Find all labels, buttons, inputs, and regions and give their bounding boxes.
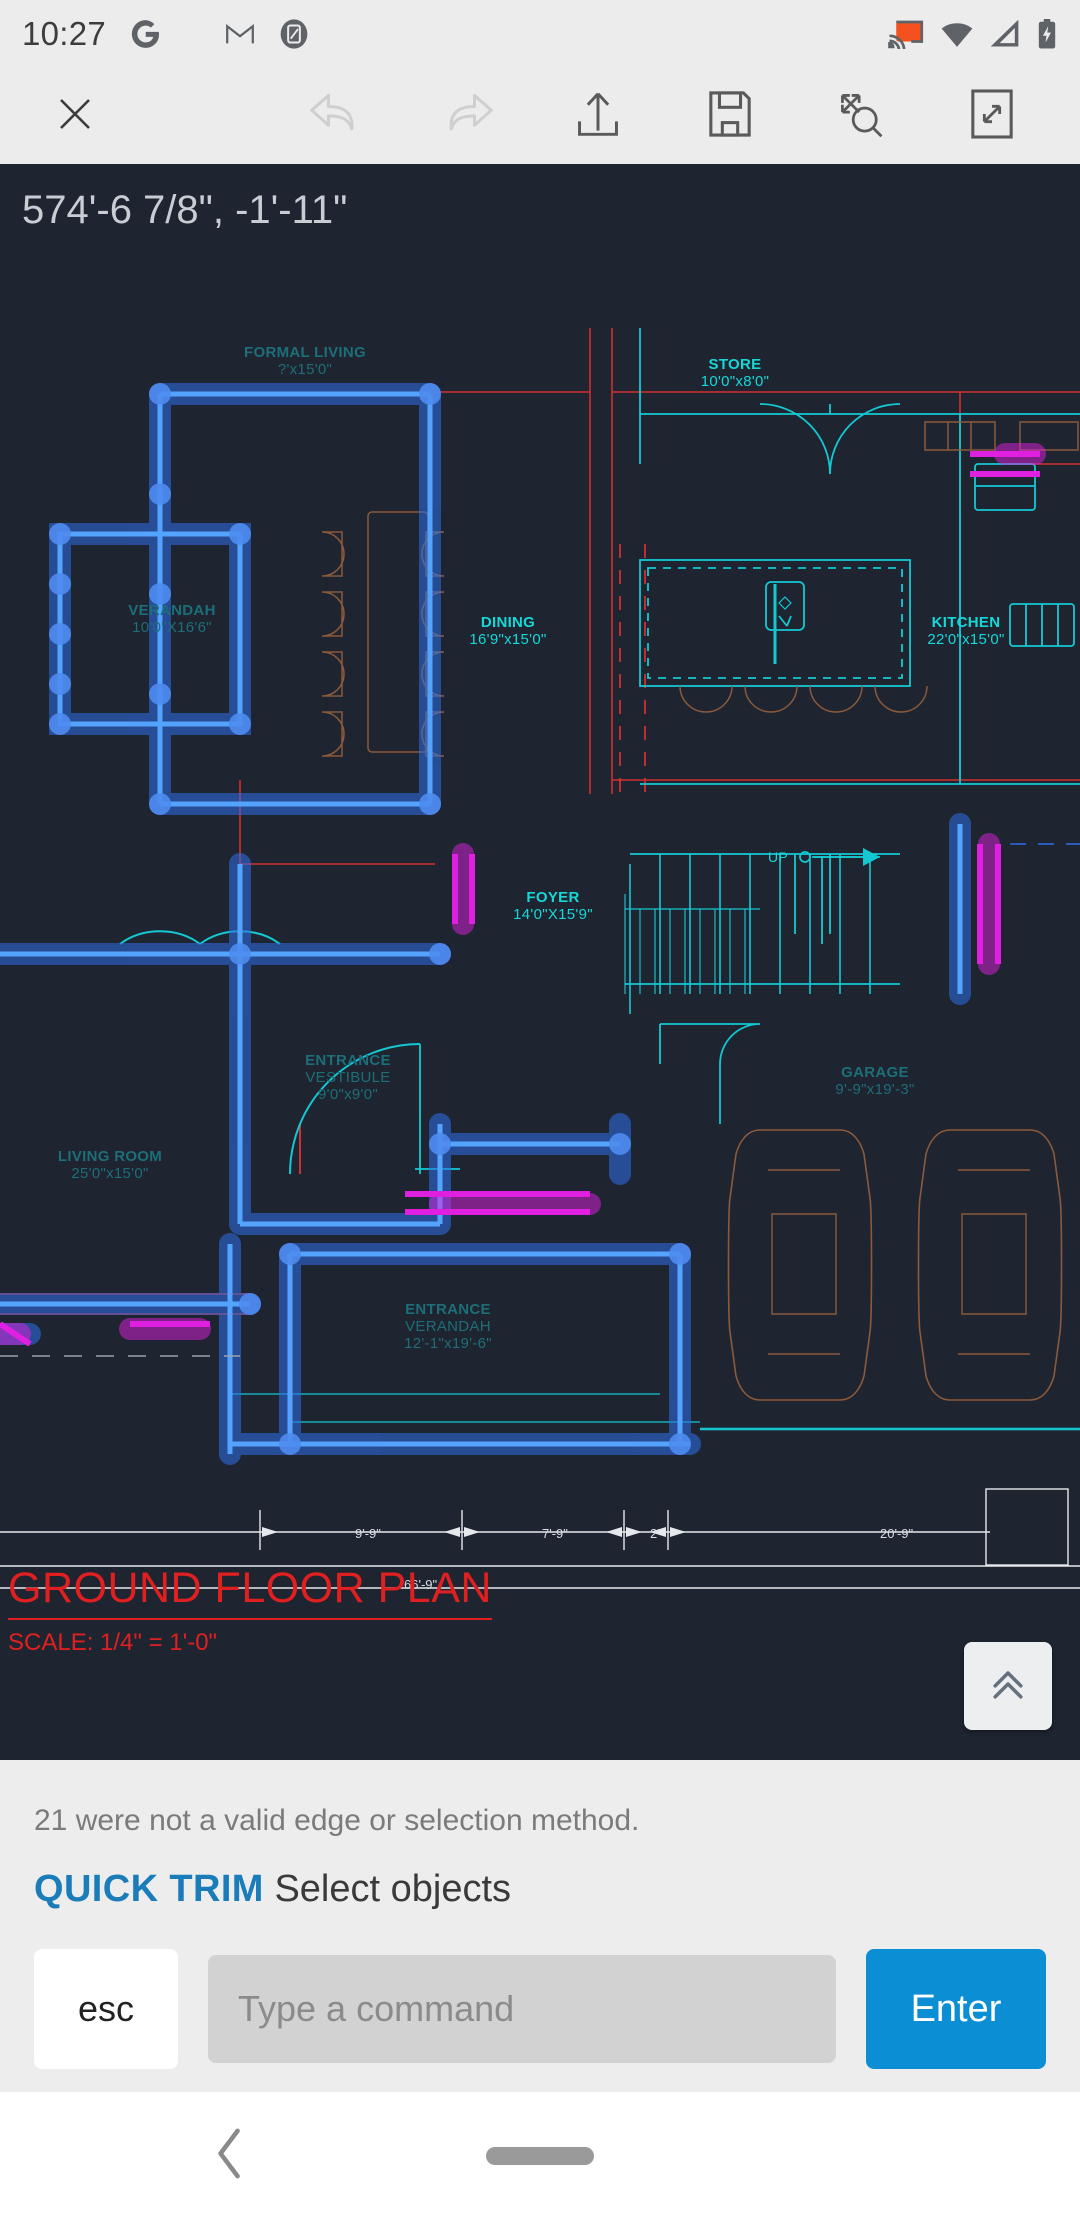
plan-title: GROUND FLOOR PLAN xyxy=(8,1564,492,1620)
drawing-canvas[interactable]: 574'-6 7/8", -1'-11" FORMAL LIVING ?'x15'… xyxy=(0,164,1080,1760)
room-label-foyer[interactable]: FOYER 14'0"X15'9" xyxy=(463,889,643,923)
google-icon xyxy=(128,17,162,51)
export-icon xyxy=(574,88,622,145)
room-label-name: STORE xyxy=(708,356,762,373)
room-label-name: KITCHEN xyxy=(931,614,1001,631)
room-label-formal-living[interactable]: FORMAL LIVING ?'x15'0" xyxy=(215,344,395,378)
stair-up-label: UP xyxy=(768,849,789,865)
room-label-name: LIVING ROOM xyxy=(57,1148,163,1165)
room-label-size-2: 9'0"x9'0" xyxy=(318,1086,378,1103)
scroll-up-button[interactable] xyxy=(964,1642,1052,1730)
room-label-size-2: 12'-1"x19'-6" xyxy=(404,1335,492,1352)
esc-button[interactable]: esc xyxy=(34,1949,178,2069)
save-icon xyxy=(707,89,753,144)
close-icon xyxy=(54,93,96,140)
export-button[interactable] xyxy=(550,68,646,164)
undo-icon xyxy=(308,89,364,144)
title-block: GROUND FLOOR PLAN SCALE: 1/4" = 1'-0" xyxy=(8,1564,492,1657)
room-label-name: DINING xyxy=(480,614,536,631)
redo-icon xyxy=(439,89,495,144)
room-label-name: FOYER xyxy=(526,889,580,906)
room-label-name: FORMAL LIVING xyxy=(244,344,366,361)
room-label-name: GARAGE xyxy=(841,1064,909,1081)
command-prompt: QUICK TRIM Select objects xyxy=(34,1868,511,1911)
room-label-size: 25'0"x15'0" xyxy=(71,1165,149,1182)
room-label-entrance-verandah[interactable]: ENTRANCE VERANDAH 12'-1"x19'-6" xyxy=(358,1301,538,1352)
zoom-extents-icon xyxy=(835,88,887,145)
nav-home-indicator[interactable] xyxy=(486,2147,594,2165)
coordinate-readout: 574'-6 7/8", -1'-11" xyxy=(22,188,348,232)
keep-note-icon xyxy=(278,18,310,50)
save-button[interactable] xyxy=(682,68,778,164)
dim-9-9: 9'-9" xyxy=(355,1526,381,1541)
gmail-icon xyxy=(224,18,256,50)
room-label-size: 10'0"x8'0" xyxy=(700,373,770,390)
status-bar: 10:27 xyxy=(0,0,1080,68)
room-label-living-room[interactable]: LIVING ROOM 25'0"x15'0" xyxy=(20,1148,200,1182)
room-label-verandah[interactable]: VERANDAH 10'0"X16'6" xyxy=(82,602,262,636)
room-label-size: VERANDAH xyxy=(405,1318,491,1335)
room-label-name: VERANDAH xyxy=(128,602,216,619)
active-command-prompt: Select objects xyxy=(274,1868,512,1910)
fullscreen-icon xyxy=(969,87,1015,146)
battery-charging-icon xyxy=(1036,19,1058,49)
status-bar-left: 10:27 xyxy=(22,15,310,53)
command-history-line: 21 were not a valid edge or selection me… xyxy=(34,1804,640,1837)
fullscreen-button[interactable] xyxy=(944,68,1040,164)
enter-button[interactable]: Enter xyxy=(866,1949,1046,2069)
zoom-extents-button[interactable] xyxy=(813,68,909,164)
cast-icon xyxy=(888,19,924,49)
wifi-icon xyxy=(940,20,974,48)
dim-2: 2' xyxy=(650,1526,660,1541)
room-label-size: 22'0"x15'0" xyxy=(927,631,1005,648)
room-label-size: 14'0"X15'9" xyxy=(513,906,593,923)
room-label-name: ENTRANCE xyxy=(305,1052,391,1069)
redo-button[interactable] xyxy=(419,68,515,164)
dim-7-9: 7'-9" xyxy=(542,1526,568,1541)
room-label-store[interactable]: STORE 10'0"x8'0" xyxy=(645,356,825,390)
room-label-name: ENTRANCE xyxy=(405,1301,491,1318)
room-label-size: 16'9"x15'0" xyxy=(469,631,547,648)
cellular-signal-icon xyxy=(990,20,1020,48)
app-toolbar xyxy=(0,68,1080,164)
chevron-double-up-icon xyxy=(986,1662,1030,1711)
nav-back-button[interactable] xyxy=(213,2127,247,2186)
room-label-size: 10'0"X16'6" xyxy=(132,619,212,636)
close-button[interactable] xyxy=(27,68,123,164)
status-clock: 10:27 xyxy=(22,15,107,52)
command-input-row: esc Enter xyxy=(0,1945,1080,2073)
room-label-garage[interactable]: GARAGE 9'-9"x19'-3" xyxy=(785,1064,965,1098)
room-label-size: 9'-9"x19'-3" xyxy=(835,1081,915,1098)
active-command-name: QUICK TRIM xyxy=(34,1868,264,1910)
room-label-size: ?'x15'0" xyxy=(277,361,333,378)
plan-scale: SCALE: 1/4" = 1'-0" xyxy=(8,1629,218,1656)
room-label-size: VESTIBULE xyxy=(305,1069,391,1086)
room-label-kitchen[interactable]: KITCHEN 22'0"x15'0" xyxy=(876,614,1056,648)
command-input[interactable] xyxy=(208,1955,836,2063)
floor-plan-drawing xyxy=(0,328,1080,1589)
room-label-entrance-vestibule[interactable]: ENTRANCE VESTIBULE 9'0"x9'0" xyxy=(258,1052,438,1103)
system-nav-bar xyxy=(0,2092,1080,2220)
status-bar-right xyxy=(888,19,1058,49)
undo-button[interactable] xyxy=(288,68,384,164)
dim-20-9: 20'-9" xyxy=(880,1526,914,1541)
room-label-dining[interactable]: DINING 16'9"x15'0" xyxy=(418,614,598,648)
